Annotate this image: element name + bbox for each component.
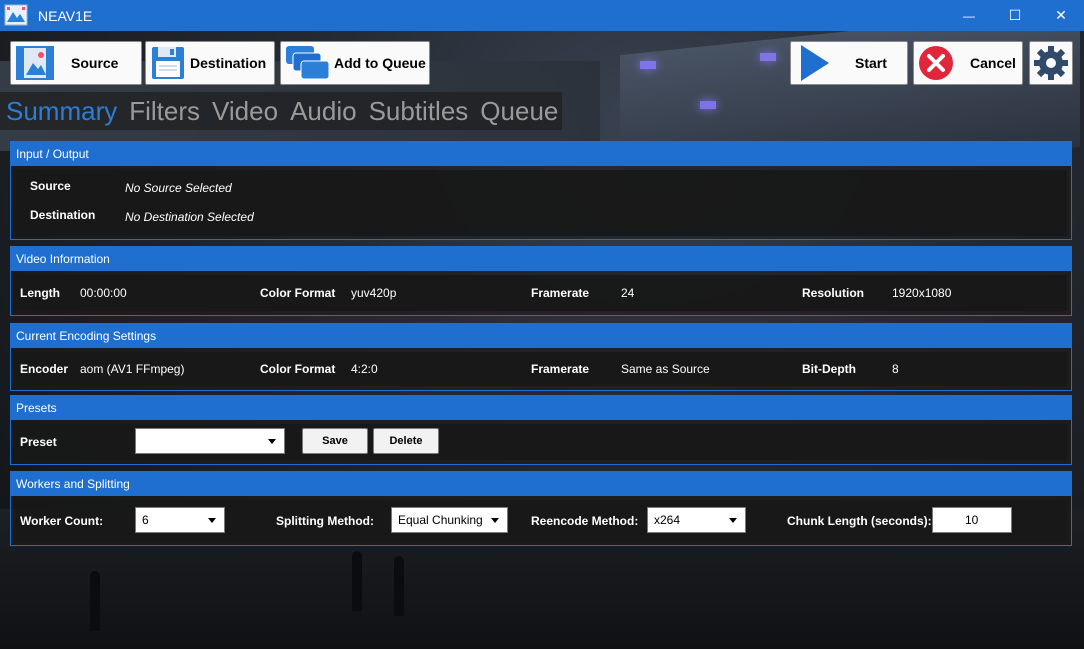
chevron-down-icon xyxy=(729,518,737,523)
queue-stack-icon xyxy=(286,46,330,80)
settings-button[interactable] xyxy=(1029,41,1073,85)
maximize-icon: ☐ xyxy=(1008,7,1022,23)
main-tabs: Summary Filters Video Audio Subtitles Qu… xyxy=(0,92,563,130)
length-value: 00:00:00 xyxy=(80,286,127,300)
encoding-color-format-value: 4:2:0 xyxy=(351,362,378,376)
tab-audio[interactable]: Audio xyxy=(290,96,357,127)
preset-dropdown[interactable] xyxy=(135,428,285,454)
destination-value: No Destination Selected xyxy=(125,210,254,224)
bit-depth-label: Bit-Depth xyxy=(802,362,856,376)
color-format-label: Color Format xyxy=(260,286,336,300)
cancel-button[interactable]: Cancel xyxy=(913,41,1023,85)
reencode-method-dropdown[interactable]: x264 xyxy=(647,507,746,533)
window-title: NEAV1E xyxy=(38,8,93,24)
splitting-method-label: Splitting Method: xyxy=(276,514,374,528)
encoding-framerate-label: Framerate xyxy=(531,362,590,376)
chunk-length-input[interactable]: 10 xyxy=(932,507,1012,533)
chevron-down-icon xyxy=(491,518,499,523)
chevron-down-icon xyxy=(268,439,276,444)
encoding-settings-panel: Current Encoding Settings Encoder aom (A… xyxy=(10,323,1072,391)
resolution-value: 1920x1080 xyxy=(892,286,952,300)
play-icon xyxy=(801,45,829,81)
encoding-color-format-label: Color Format xyxy=(260,362,336,376)
reencode-method-value: x264 xyxy=(654,513,681,527)
video-information-body: Length 00:00:00 Color Format yuv420p Fra… xyxy=(15,275,1067,311)
minimize-icon: — xyxy=(963,8,975,23)
tab-queue[interactable]: Queue xyxy=(480,96,558,127)
video-information-header: Video Information xyxy=(11,247,1071,271)
save-disk-icon xyxy=(152,47,184,79)
workers-splitting-body: Worker Count: 6 Splitting Method: Equal … xyxy=(15,500,1067,541)
save-preset-button[interactable]: Save xyxy=(302,428,368,454)
source-label: Source xyxy=(30,179,71,193)
title-bar: NEAV1E — ☐ ✕ xyxy=(0,0,1084,31)
framerate-value: 24 xyxy=(621,286,635,300)
input-output-body: Source No Source Selected Destination No… xyxy=(15,170,1067,236)
app-icon xyxy=(4,4,28,26)
tab-video[interactable]: Video xyxy=(212,96,278,127)
add-to-queue-button[interactable]: Add to Queue xyxy=(280,41,430,85)
workers-splitting-header: Workers and Splitting xyxy=(11,472,1071,496)
tab-summary[interactable]: Summary xyxy=(6,96,117,127)
encoder-value: aom (AV1 FFmpeg) xyxy=(80,362,185,376)
chunk-length-label: Chunk Length (seconds): xyxy=(787,514,932,528)
presets-body: Preset Save Delete xyxy=(15,424,1067,460)
splitting-method-dropdown[interactable]: Equal Chunking xyxy=(391,507,508,533)
video-file-icon xyxy=(16,46,54,80)
reencode-method-label: Reencode Method: xyxy=(531,514,639,528)
chevron-down-icon xyxy=(208,518,216,523)
presets-panel: Presets Preset Save Delete xyxy=(10,395,1072,465)
minimize-button[interactable]: — xyxy=(946,0,992,31)
cancel-button-label: Cancel xyxy=(970,55,1016,71)
start-button[interactable]: Start xyxy=(790,41,908,85)
framerate-label: Framerate xyxy=(531,286,590,300)
add-to-queue-label: Add to Queue xyxy=(334,55,426,71)
length-label: Length xyxy=(20,286,60,300)
worker-count-dropdown[interactable]: 6 xyxy=(135,507,225,533)
tab-filters[interactable]: Filters xyxy=(129,96,200,127)
close-button[interactable]: ✕ xyxy=(1038,0,1084,31)
input-output-header: Input / Output xyxy=(11,142,1071,166)
start-button-label: Start xyxy=(855,55,887,71)
gear-icon xyxy=(1034,46,1068,80)
preset-label: Preset xyxy=(20,435,57,449)
splitting-method-value: Equal Chunking xyxy=(398,513,483,527)
resolution-label: Resolution xyxy=(802,286,864,300)
destination-label: Destination xyxy=(30,208,96,222)
destination-button-label: Destination xyxy=(190,55,267,71)
close-icon: ✕ xyxy=(1055,7,1067,23)
maximize-button[interactable]: ☐ xyxy=(992,0,1038,31)
source-button-label: Source xyxy=(71,55,119,71)
encoding-settings-header: Current Encoding Settings xyxy=(11,324,1071,348)
cancel-icon xyxy=(919,46,953,80)
source-value: No Source Selected xyxy=(125,181,232,195)
worker-count-label: Worker Count: xyxy=(20,514,104,528)
source-button[interactable]: Source xyxy=(10,41,142,85)
video-information-panel: Video Information Length 00:00:00 Color … xyxy=(10,246,1072,316)
color-format-value: yuv420p xyxy=(351,286,397,300)
presets-header: Presets xyxy=(11,396,1071,420)
encoding-settings-body: Encoder aom (AV1 FFmpeg) Color Format 4:… xyxy=(15,352,1067,386)
bit-depth-value: 8 xyxy=(892,362,899,376)
workers-splitting-panel: Workers and Splitting Worker Count: 6 Sp… xyxy=(10,471,1072,546)
delete-preset-button[interactable]: Delete xyxy=(373,428,439,454)
destination-button[interactable]: Destination xyxy=(145,41,275,85)
tab-subtitles[interactable]: Subtitles xyxy=(369,96,469,127)
input-output-panel: Input / Output Source No Source Selected… xyxy=(10,141,1072,240)
encoding-framerate-value: Same as Source xyxy=(621,362,710,376)
encoder-label: Encoder xyxy=(20,362,69,376)
worker-count-value: 6 xyxy=(142,513,149,527)
